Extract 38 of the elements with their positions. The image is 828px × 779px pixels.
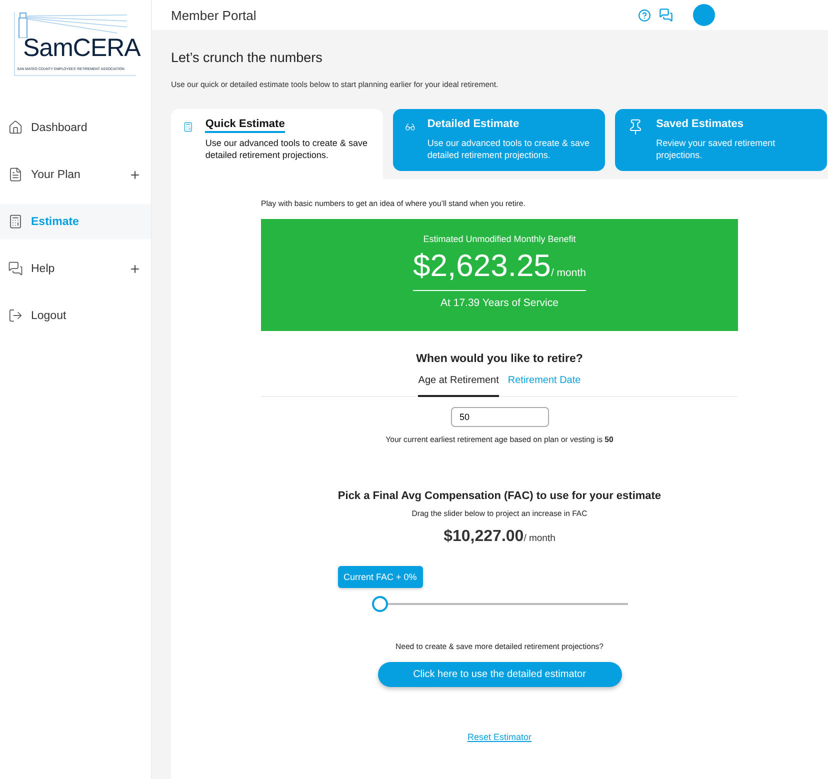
section-title: Let’s crunch the numbers [171,50,324,65]
service-years: At 17.39 Years of Service [440,297,558,309]
benefit-label: Estimated Unmodified Monthly Benefit [423,234,576,244]
plus-icon[interactable] [129,168,141,180]
tab-title: Saved Estimates [656,118,744,132]
retirement-mode-tab[interactable]: Age at Retirement [418,373,499,397]
avatar[interactable] [693,4,715,26]
sidebar-item[interactable]: Your Plan [0,157,151,192]
fac-title: Pick a Final Avg Compensation (FAC) to use for your estimate [338,490,662,502]
benefit-unit: / month [550,267,586,279]
logo-wordmark: SamCERA [23,34,140,63]
slider-thumb[interactable] [372,596,388,612]
fac-unit: / month [524,533,556,544]
retire-question: When would you like to retire? [416,353,583,365]
tab-title: Detailed Estimate [427,118,520,132]
house-icon [8,120,23,135]
plus-icon[interactable] [129,262,141,274]
fac-amount: $10,227.00 [444,528,524,546]
benefit-amount: $2,623.25 [413,248,551,284]
age-input[interactable]: 50 [450,407,548,427]
tab-description: Use our advanced tools to create & save detailed retirement projections. [427,137,590,161]
slider-tooltip: Current FAC + 0% [338,566,423,588]
sidebar-item[interactable]: Help [0,251,151,286]
tab-description: Use our advanced tools to create & save detailed retirement projections. [205,137,368,161]
lighthouse-icon [17,12,129,38]
estimate-tab[interactable]: Quick Estimate Use our advanced tools to create & save detailed retirement projections. [171,109,383,181]
tab-title: Quick Estimate [205,118,285,133]
sidebar-item[interactable]: Logout [0,298,151,333]
logout-icon [8,308,23,323]
sidebar-item[interactable]: Dashboard [0,110,151,145]
chat-icon [8,261,23,276]
fac-slider[interactable] [372,596,628,612]
document-icon [8,167,23,182]
calculator-icon [8,214,23,229]
tab-description: Review your saved retirement projections. [656,137,776,161]
help-icon[interactable] [638,8,651,22]
chat-icon[interactable] [659,8,673,22]
page-title: Member Portal [171,8,258,22]
